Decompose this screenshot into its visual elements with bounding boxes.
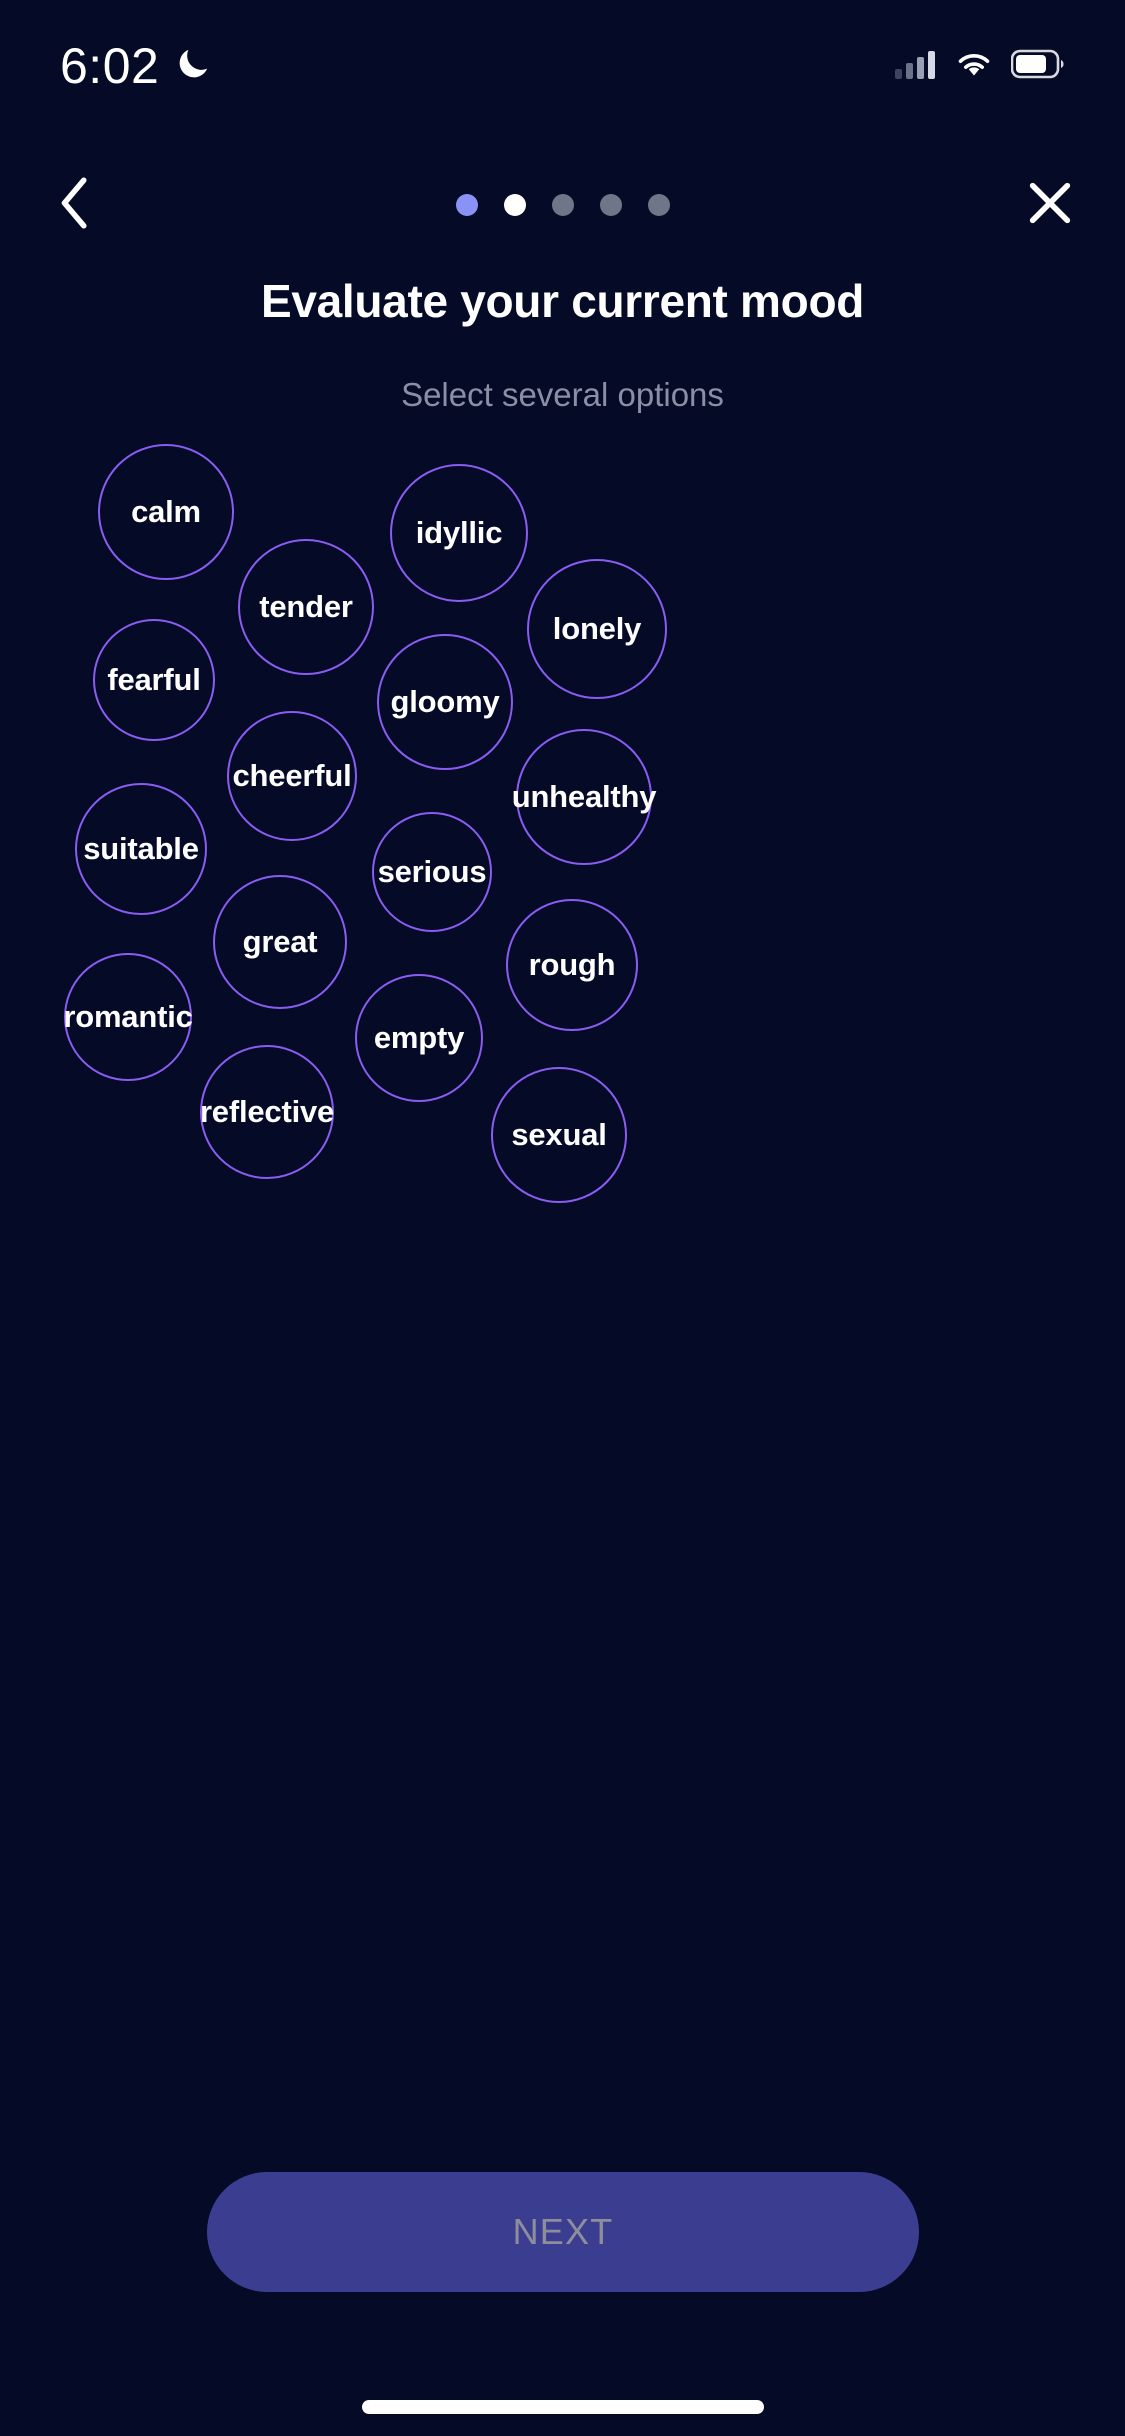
mood-bubble-label: lonely [552, 611, 642, 646]
mood-bubble-idyllic[interactable]: idyllic [390, 464, 528, 602]
mood-bubble-label: reflective [199, 1094, 335, 1129]
mood-bubble-cheerful[interactable]: cheerful [227, 711, 357, 841]
mood-bubble-label: gloomy [390, 684, 500, 719]
mood-bubble-label: calm [131, 494, 201, 529]
mood-bubble-label: serious [377, 854, 487, 889]
mood-bubble-reflective[interactable]: reflective [200, 1045, 334, 1179]
mood-bubble-label: great [242, 924, 318, 959]
mood-bubble-unhealthy[interactable]: unhealthy [512, 729, 657, 865]
mood-bubble-field: calm idyllic tender lonely fearful gloomy chee… [0, 0, 1125, 1300]
mood-bubble-label: idyllic [415, 515, 503, 550]
mood-bubble-rough[interactable]: rough [506, 899, 638, 1031]
mood-bubble-label: unhealthy [511, 779, 657, 814]
mood-bubble-suitable[interactable]: suitable [75, 783, 207, 915]
mood-bubble-empty[interactable]: empty [355, 974, 483, 1102]
mood-bubble-label: suitable [83, 831, 199, 866]
mood-bubble-label: tender [259, 589, 353, 624]
mood-bubble-sexual[interactable]: sexual [491, 1067, 627, 1203]
mood-bubble-fearful[interactable]: fearful [93, 619, 215, 741]
app-screen: 6:02 Evaluate your current mood Select s… [0, 0, 1125, 2436]
mood-bubble-label: sexual [511, 1117, 607, 1152]
mood-bubble-label: rough [528, 947, 616, 982]
mood-bubble-tender[interactable]: tender [238, 539, 374, 675]
home-indicator[interactable] [361, 2400, 764, 2414]
mood-bubble-romantic[interactable]: romantic [63, 953, 193, 1081]
mood-bubble-great[interactable]: great [213, 875, 347, 1009]
mood-bubble-label: cheerful [232, 758, 352, 793]
mood-bubble-serious[interactable]: serious [372, 812, 492, 932]
next-button[interactable]: NEXT [207, 2172, 919, 2292]
mood-bubble-label: fearful [107, 662, 201, 697]
mood-bubble-label: romantic [63, 999, 193, 1034]
mood-bubble-lonely[interactable]: lonely [527, 559, 667, 699]
mood-bubble-calm[interactable]: calm [98, 444, 234, 580]
mood-bubble-gloomy[interactable]: gloomy [377, 634, 513, 770]
mood-bubble-label: empty [373, 1020, 465, 1055]
